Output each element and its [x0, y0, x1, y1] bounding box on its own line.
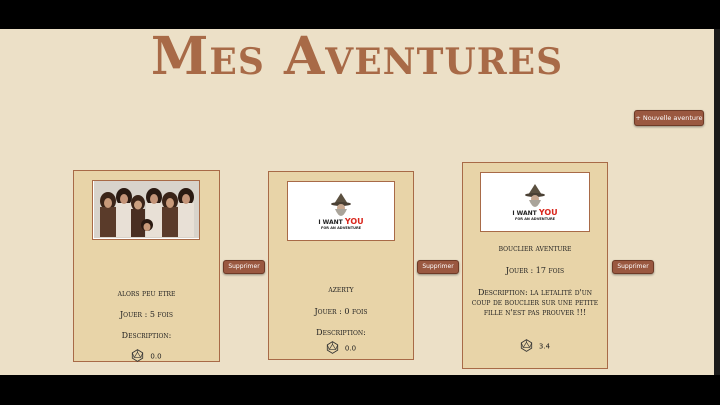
- d20-dice-icon: [326, 341, 339, 356]
- rating-value: 3.4: [538, 342, 551, 351]
- wizard-icon: [331, 192, 351, 216]
- page-title: Mes Aventures: [150, 29, 564, 87]
- adventure-name: azerty: [328, 285, 354, 294]
- d20-dice-icon: [520, 339, 533, 354]
- rating: 0.0: [74, 349, 219, 364]
- page-viewport: Mes Aventures + Nouvelle aventure alors …: [0, 29, 714, 375]
- adventure-name: bouclier aventure: [498, 244, 572, 253]
- adventure-description: Description:: [316, 328, 366, 337]
- rating-value: 0.0: [344, 344, 357, 353]
- delete-button[interactable]: Supprimer: [417, 260, 459, 274]
- adventure-thumbnail: I WANT YOU FOR AN ADVENTURE: [287, 181, 395, 241]
- delete-button[interactable]: Supprimer: [612, 260, 654, 274]
- wizard-icon: [525, 183, 545, 207]
- adventure-thumbnail: I WANT YOU FOR AN ADVENTURE: [480, 172, 590, 232]
- adventure-card[interactable]: I WANT YOU FOR AN ADVENTURE bouclier ave…: [462, 162, 608, 369]
- wanted-poster-image: I WANT YOU FOR AN ADVENTURE: [481, 173, 589, 231]
- adventure-thumbnail: [92, 180, 200, 240]
- rating: 3.4: [463, 339, 607, 354]
- adventure-description: Description:: [121, 331, 172, 340]
- rating: 0.0: [269, 341, 413, 356]
- group-photo-image: [93, 181, 199, 238]
- rating-value: 0.0: [150, 352, 162, 361]
- d20-dice-icon: [131, 349, 144, 364]
- delete-button[interactable]: Supprimer: [223, 260, 265, 274]
- wanted-poster-image: I WANT YOU FOR AN ADVENTURE: [288, 182, 394, 240]
- vertical-scrollbar[interactable]: [714, 29, 720, 375]
- new-adventure-button[interactable]: + Nouvelle aventure: [634, 110, 704, 126]
- adventure-card[interactable]: alors peu etre Jouer : 5 fois Descriptio…: [73, 170, 220, 362]
- adventure-card[interactable]: I WANT YOU FOR AN ADVENTURE azerty Jouer…: [268, 171, 414, 360]
- play-count: Jouer : 0 fois: [314, 307, 368, 316]
- play-count: Jouer : 5 fois: [119, 310, 174, 319]
- adventure-description: Description: la letalité d'un coup de bo…: [471, 288, 599, 317]
- adventure-name: alors peu etre: [117, 289, 176, 298]
- play-count: Jouer : 17 fois: [505, 266, 565, 275]
